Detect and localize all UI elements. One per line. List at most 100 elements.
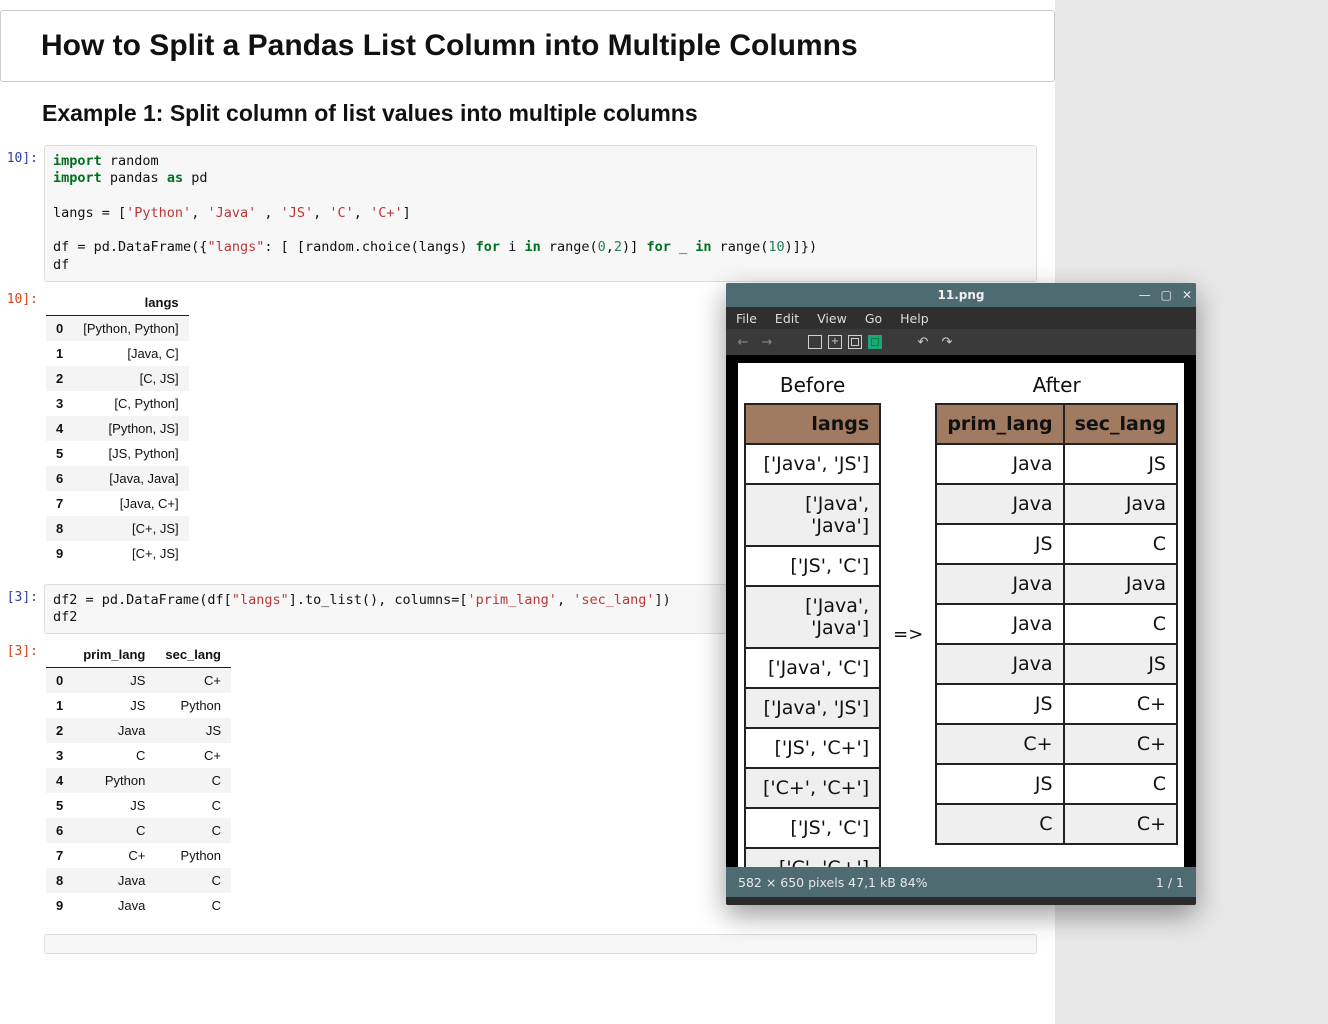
back-icon[interactable]: ← [734,333,752,351]
arrow-icon: => [891,624,925,645]
table-row: 7[Java, C+] [46,491,189,516]
after-header-1: prim_lang [936,404,1063,444]
window-title: 11.png [938,288,985,302]
row-index: 3 [46,391,73,416]
rotate-right-icon[interactable]: ↷ [938,333,956,351]
table-row: ['C', 'C+'] [745,848,880,867]
row-index: 8 [46,868,73,893]
table-row: 5JSC [46,793,231,818]
zoom-fill-icon[interactable] [868,335,882,349]
row-index: 8 [46,516,73,541]
image-viewer-window: 11.png — ▢ ✕ File Edit View Go Help ← → … [726,283,1196,905]
cell: ['C', 'C+'] [745,848,880,867]
before-label: Before [744,369,881,403]
row-index: 0 [46,315,73,341]
cell: C [155,768,231,793]
table-row: 6CC [46,818,231,843]
cell: C+ [1064,804,1177,844]
code-cell-1: 10]: import random import pandas as pd l… [0,145,1055,282]
df2-header-2: sec_lang [155,642,231,668]
cell: Java [936,444,1063,484]
cell: [JS, Python] [73,441,188,466]
row-index: 1 [46,341,73,366]
row-index: 9 [46,541,73,566]
maximize-icon[interactable]: ▢ [1161,289,1172,301]
cell: Python [155,843,231,868]
cell: JS [1064,644,1177,684]
cell: [C+, JS] [73,541,188,566]
cell: ['Java', 'Java'] [745,484,880,546]
table-row: 4[Python, JS] [46,416,189,441]
status-left: 582 × 650 pixels 47,1 kB 84% [738,875,928,890]
menu-go[interactable]: Go [865,311,882,326]
after-label: After [935,369,1178,403]
cell: Java [936,564,1063,604]
zoom-in-icon[interactable] [828,335,842,349]
dataframe-1: langs 0[Python, Python]1[Java, C]2[C, JS… [46,290,189,566]
cell: JS [936,524,1063,564]
table-row: 3CC+ [46,743,231,768]
table-row: 8JavaC [46,868,231,893]
cell: ['C+', 'C+'] [745,768,880,808]
table-row: 9JavaC [46,893,231,918]
row-index: 5 [46,793,73,818]
status-right: 1 / 1 [1156,875,1184,890]
close-icon[interactable]: ✕ [1182,289,1192,301]
cell: Java [73,868,155,893]
cell: ['JS', 'C'] [745,546,880,586]
window-titlebar[interactable]: 11.png — ▢ ✕ [726,283,1196,307]
cell: [C, JS] [73,366,188,391]
rotate-left-icon[interactable]: ↶ [914,333,932,351]
cell: [Java, C] [73,341,188,366]
table-row: 5[JS, Python] [46,441,189,466]
cell: JS [936,684,1063,724]
cell: [C+, JS] [73,516,188,541]
title-cell: How to Split a Pandas List Column into M… [0,10,1055,82]
table-row: 8[C+, JS] [46,516,189,541]
code-editor[interactable] [44,934,1037,954]
before-header: langs [745,404,880,444]
cell: ['Java', 'JS'] [745,688,880,728]
in-prompt [0,934,44,940]
row-index: 9 [46,893,73,918]
table-row: ['C+', 'C+'] [745,768,880,808]
row-index: 4 [46,416,73,441]
zoom-1to1-icon[interactable] [848,335,862,349]
table-row: ['JS', 'C'] [745,546,880,586]
cell: C+ [1064,684,1177,724]
example-1-heading: Example 1: Split column of list values i… [42,100,1055,127]
in-prompt: 10]: [0,145,44,166]
row-index: 5 [46,441,73,466]
menu-help[interactable]: Help [900,311,929,326]
image-canvas[interactable]: Before langs ['Java', 'JS']['Java', 'Jav… [726,355,1196,867]
forward-icon[interactable]: → [758,333,776,351]
cell: Python [73,768,155,793]
table-row: 7C+Python [46,843,231,868]
cell: Java [936,644,1063,684]
page-title: How to Split a Pandas List Column into M… [41,29,1014,63]
row-index: 1 [46,693,73,718]
menu-view[interactable]: View [817,311,847,326]
cell: [Java, C+] [73,491,188,516]
code-editor[interactable]: import random import pandas as pd langs … [44,145,1037,282]
cell: [Python, JS] [73,416,188,441]
cell: ['JS', 'C+'] [745,728,880,768]
cell: Python [155,693,231,718]
row-index: 4 [46,768,73,793]
cell: ['Java', 'JS'] [745,444,880,484]
menu-file[interactable]: File [736,311,757,326]
after-table: prim_lang sec_lang JavaJSJavaJavaJSCJava… [935,403,1178,845]
dataframe-2: prim_lang sec_lang 0JSC+1JSPython2JavaJS… [46,642,231,918]
minimize-icon[interactable]: — [1139,289,1151,301]
cell: ['Java', 'Java'] [745,586,880,648]
cell: JS [73,668,155,694]
menu-edit[interactable]: Edit [775,311,799,326]
cell: C [936,804,1063,844]
image-content: Before langs ['Java', 'JS']['Java', 'Jav… [738,363,1184,867]
cell: C [73,743,155,768]
zoom-fit-icon[interactable] [808,335,822,349]
table-row: ['Java', 'Java'] [745,586,880,648]
table-row: ['Java', 'Java'] [745,484,880,546]
cell: ['Java', 'C'] [745,648,880,688]
before-table: langs ['Java', 'JS']['Java', 'Java']['JS… [744,403,881,867]
